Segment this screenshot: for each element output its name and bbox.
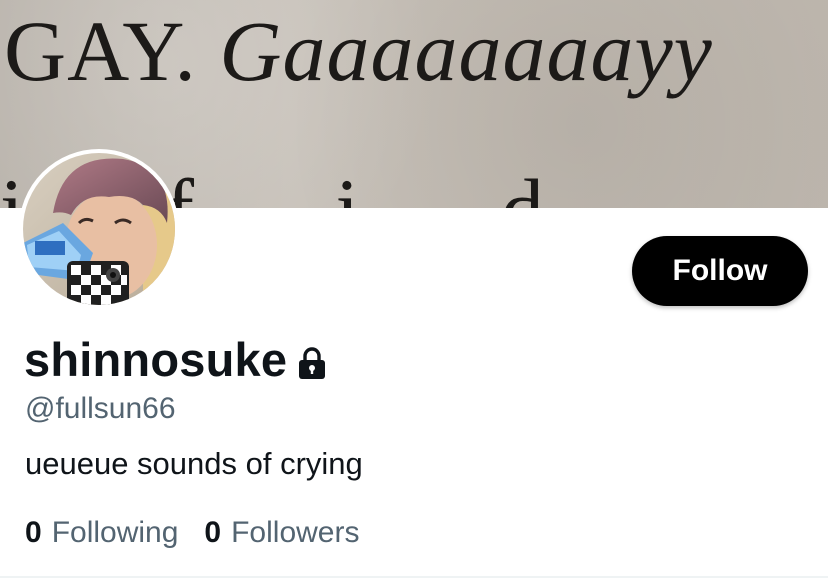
following-count: 0 — [25, 516, 42, 549]
banner-text: GAY. Gaaaaaaaayy — [4, 8, 713, 94]
display-name: shinnosuke — [24, 333, 288, 386]
following-label: Following — [51, 516, 179, 549]
banner-text-italic: Gaaaaaaaayy — [219, 3, 713, 99]
avatar[interactable] — [19, 149, 179, 309]
profile-stats: 0 Following 0 Followers — [25, 516, 385, 550]
lock-icon — [299, 346, 326, 379]
followers-label: Followers — [231, 516, 360, 549]
user-handle: @fullsun66 — [25, 392, 176, 425]
follow-button[interactable]: Follow — [632, 236, 808, 306]
banner-text-plain: GAY. — [4, 3, 220, 99]
profile-page: GAY. Gaaaaaaaayy i f i d — [0, 0, 828, 578]
followers-stat[interactable]: 0 Followers — [204, 516, 359, 550]
followers-count: 0 — [204, 516, 222, 549]
following-stat[interactable]: 0 Following — [25, 516, 178, 550]
name-row: shinnosuke — [24, 332, 327, 387]
bio: ueueue sounds of crying — [25, 446, 363, 481]
avatar-image — [23, 153, 175, 305]
